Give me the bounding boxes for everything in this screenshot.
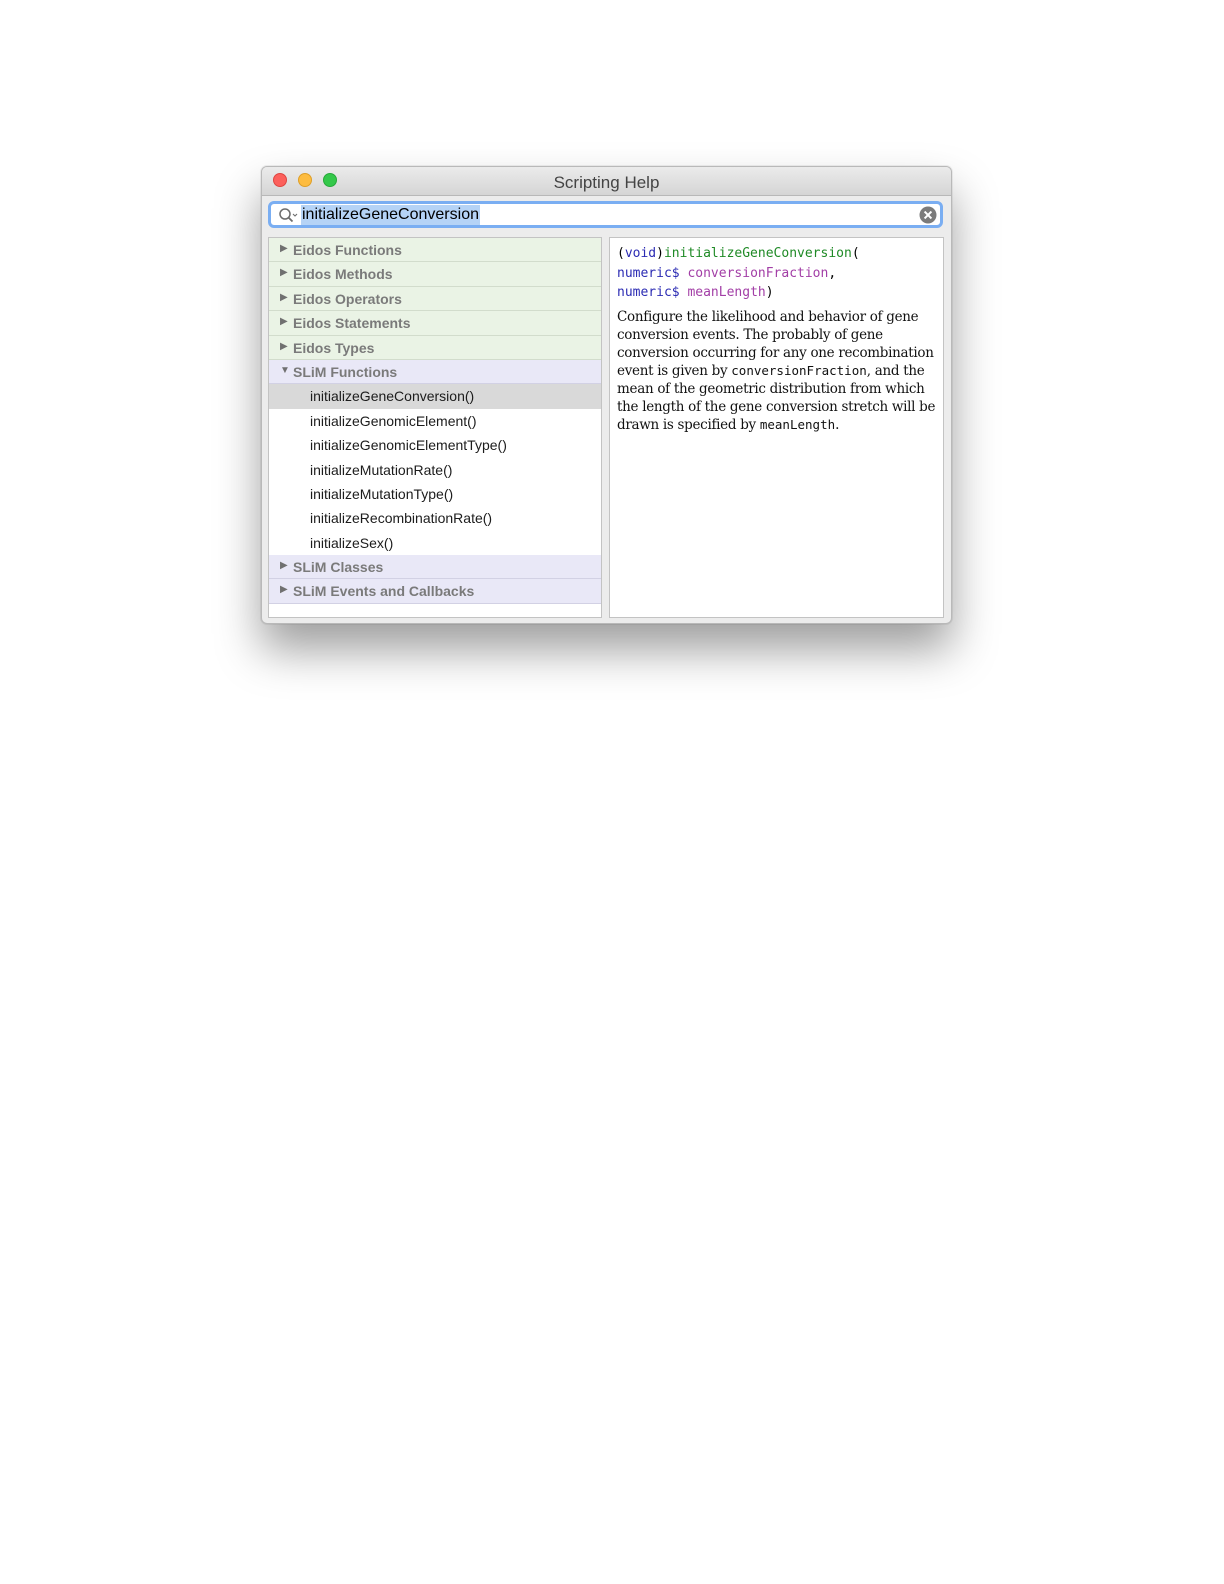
item-label: initializeMutationRate(): [310, 461, 453, 478]
param-separator: ,: [828, 265, 837, 281]
outline-category-eidos-statements[interactable]: ▶ Eidos Statements: [269, 311, 601, 336]
function-description: Configure the likelihood and behavior of…: [617, 308, 936, 434]
category-label: SLiM Classes: [293, 559, 384, 576]
category-label: Eidos Types: [293, 339, 375, 356]
item-label: initializeRecombinationRate(): [310, 510, 493, 527]
description-code: conversionFraction: [731, 362, 867, 378]
description-text: .: [835, 416, 840, 433]
disclosure-expanded-icon[interactable]: ▼: [280, 365, 290, 376]
disclosure-collapsed-icon[interactable]: ▶: [280, 292, 288, 303]
documentation-panel: (void)initializeGeneConversion(numeric$ …: [609, 237, 944, 618]
param-type: numeric$: [617, 285, 680, 300]
function-name: initializeGeneConversion: [663, 246, 852, 261]
outline-item[interactable]: initializeGeneConversion(): [269, 384, 601, 409]
clear-search-icon[interactable]: [919, 206, 937, 224]
outline-category-eidos-functions[interactable]: ▶ Eidos Functions: [269, 238, 601, 263]
category-label: SLiM Functions: [293, 363, 398, 380]
title-bar[interactable]: Scripting Help: [262, 167, 951, 196]
function-signature: (void)initializeGeneConversion(numeric$ …: [617, 244, 936, 303]
disclosure-collapsed-icon[interactable]: ▶: [280, 316, 288, 327]
topic-outline[interactable]: ▶ Eidos Functions ▶ Eidos Methods ▶ Eido…: [268, 237, 602, 618]
category-label: Eidos Statements: [293, 315, 411, 332]
outline-item[interactable]: initializeGenomicElementType(): [269, 433, 601, 457]
args-open-paren: (: [851, 246, 860, 261]
item-label: initializeGenomicElement(): [310, 412, 477, 429]
args-close-paren: ): [765, 285, 774, 300]
category-label: Eidos Operators: [293, 290, 402, 307]
description-code: meanLength: [759, 416, 836, 432]
outline-item[interactable]: initializeGenomicElement(): [269, 409, 601, 433]
param-name: conversionFraction: [687, 265, 829, 281]
category-label: SLiM Events and Callbacks: [293, 583, 475, 600]
search-icon[interactable]: [278, 207, 298, 225]
sig-open-paren: (: [617, 246, 625, 261]
outline-item[interactable]: initializeMutationType(): [269, 482, 601, 506]
item-label: initializeMutationType(): [310, 485, 454, 502]
outline-item[interactable]: initializeMutationRate(): [269, 458, 601, 482]
outline-item[interactable]: initializeRecombinationRate(): [269, 506, 601, 530]
item-label: initializeSex(): [310, 534, 394, 551]
sig-close-paren: ): [656, 246, 664, 261]
category-label: Eidos Methods: [293, 266, 393, 283]
disclosure-collapsed-icon[interactable]: ▶: [280, 341, 288, 352]
disclosure-collapsed-icon[interactable]: ▶: [280, 267, 288, 278]
category-label: Eidos Functions: [293, 242, 402, 258]
param-type: numeric$: [617, 265, 680, 281]
disclosure-collapsed-icon[interactable]: ▶: [280, 243, 288, 254]
search-field[interactable]: initializeGeneConversion: [268, 201, 943, 228]
item-label: initializeGeneConversion(): [310, 388, 475, 405]
outline-category-eidos-methods[interactable]: ▶ Eidos Methods: [269, 262, 601, 287]
disclosure-collapsed-icon[interactable]: ▶: [280, 584, 288, 595]
param-name: meanLength: [687, 285, 766, 300]
outline-category-eidos-types[interactable]: ▶ Eidos Types: [269, 335, 601, 360]
outline-category-eidos-operators[interactable]: ▶ Eidos Operators: [269, 286, 601, 312]
outline-category-slim-events-and-callbacks[interactable]: ▶ SLiM Events and Callbacks: [269, 579, 601, 604]
disclosure-collapsed-icon[interactable]: ▶: [280, 560, 288, 571]
item-label: initializeGenomicElementType(): [310, 437, 507, 454]
search-input[interactable]: initializeGeneConversion: [301, 205, 480, 225]
window-title: Scripting Help: [553, 173, 660, 192]
outline-item[interactable]: initializeSex(): [269, 531, 601, 555]
scripting-help-window: Scripting Help initializeGeneConversion …: [261, 166, 952, 624]
return-type: void: [624, 246, 657, 261]
outline-category-slim-functions[interactable]: ▼ SLiM Functions: [269, 359, 601, 385]
outline-category-slim-classes[interactable]: ▶ SLiM Classes: [269, 555, 601, 580]
